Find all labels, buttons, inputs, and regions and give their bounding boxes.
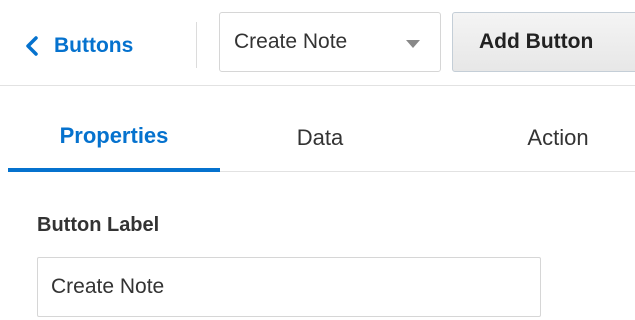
button-select-dropdown[interactable]: Create Note [219, 12, 441, 72]
tab-bar: Properties Data Action [8, 104, 635, 172]
tab-action[interactable]: Action [455, 104, 635, 172]
chevron-left-icon [26, 36, 38, 56]
button-label-input[interactable] [37, 257, 541, 317]
tab-properties[interactable]: Properties [8, 104, 220, 172]
add-button-label: Add Button [479, 30, 594, 53]
back-button[interactable]: Buttons [22, 30, 133, 62]
add-button[interactable]: Add Button [452, 12, 635, 72]
caret-down-icon [406, 40, 420, 48]
tab-data[interactable]: Data [220, 104, 420, 172]
toolbar: Buttons Create Note Add Button [0, 0, 635, 86]
dropdown-selected-value: Create Note [234, 30, 348, 53]
toolbar-divider [196, 22, 197, 68]
button-label-heading: Button Label [37, 214, 160, 236]
back-label: Buttons [54, 34, 134, 57]
